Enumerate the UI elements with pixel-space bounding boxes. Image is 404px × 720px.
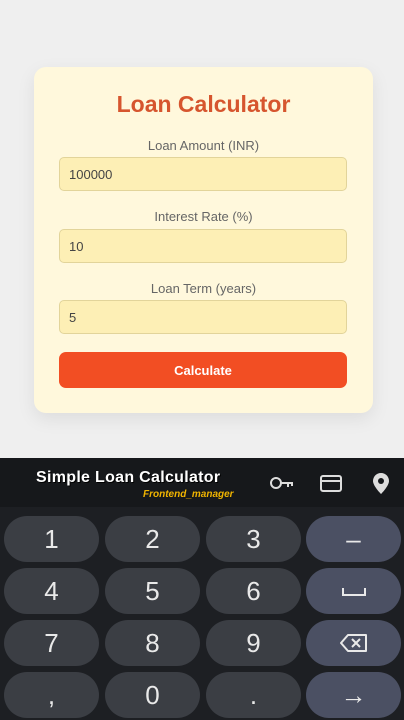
loan-term-label: Loan Term (years) [150, 281, 257, 296]
backspace-icon [339, 634, 367, 652]
brand-subtitle: Frontend_manager [143, 489, 234, 500]
key-minus[interactable]: – [306, 516, 401, 562]
loan-calculator-card: Loan Calculator Loan Amount (INR) 100000… [34, 67, 373, 413]
key-0[interactable]: 0 [105, 672, 200, 718]
key-3[interactable]: 3 [206, 516, 301, 562]
keyboard-toolbar: Simple Loan Calculator Frontend_manager [0, 458, 404, 507]
key-comma[interactable]: , [4, 672, 99, 718]
key-backspace[interactable] [306, 620, 401, 666]
key-9[interactable]: 9 [206, 620, 301, 666]
credit-card-icon[interactable] [319, 471, 345, 495]
key-space[interactable] [306, 568, 401, 614]
key-8[interactable]: 8 [105, 620, 200, 666]
interest-rate-input[interactable]: 10 [59, 229, 347, 263]
interest-rate-label: Interest Rate (%) [154, 209, 253, 224]
numeric-keyboard: Simple Loan Calculator Frontend_manager … [0, 458, 404, 720]
brand-title: Simple Loan Calculator [36, 469, 221, 486]
key-7[interactable]: 7 [4, 620, 99, 666]
space-icon [341, 588, 366, 596]
calculate-button[interactable]: Calculate [59, 352, 347, 388]
key-dot[interactable]: . [206, 672, 301, 718]
key-icon[interactable] [269, 471, 295, 495]
loan-term-input[interactable]: 5 [59, 300, 347, 334]
loan-amount-label: Loan Amount (INR) [147, 138, 260, 153]
key-6[interactable]: 6 [206, 568, 301, 614]
key-enter[interactable]: → [306, 672, 401, 718]
key-1[interactable]: 1 [4, 516, 99, 562]
loan-amount-input[interactable]: 100000 [59, 157, 347, 191]
key-2[interactable]: 2 [105, 516, 200, 562]
key-4[interactable]: 4 [4, 568, 99, 614]
page-title: Loan Calculator [116, 91, 291, 117]
location-pin-icon[interactable] [369, 471, 395, 495]
key-5[interactable]: 5 [105, 568, 200, 614]
